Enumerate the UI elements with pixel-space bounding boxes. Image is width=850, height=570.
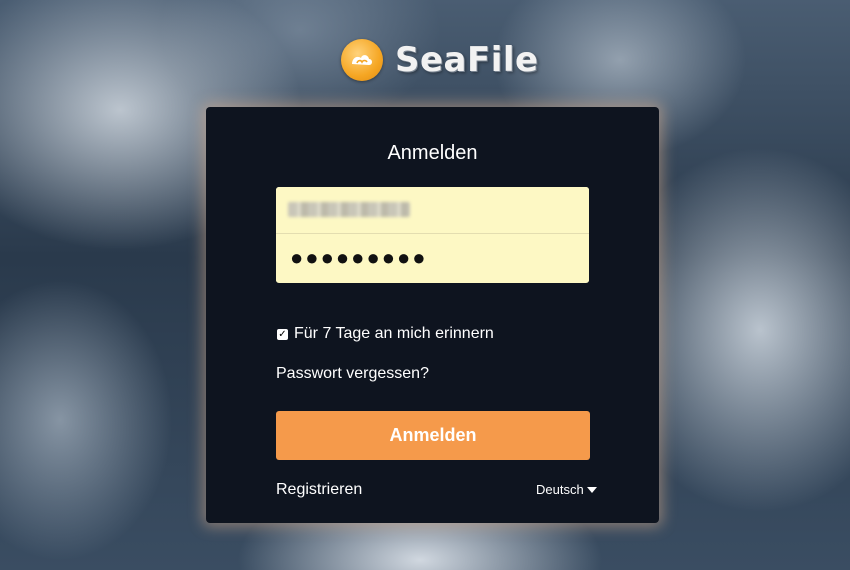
- seafile-logo-icon: [341, 39, 383, 81]
- remember-label: Für 7 Tage an mich erinnern: [294, 325, 494, 342]
- language-label: Deutsch: [536, 482, 584, 497]
- remember-checkbox[interactable]: ✓: [277, 328, 288, 340]
- brand-name: SeaFile: [395, 40, 539, 80]
- caret-down-icon: [586, 486, 597, 493]
- language-selector[interactable]: Deutsch: [536, 482, 597, 497]
- login-fields: ●●●●●●●●●: [276, 187, 589, 283]
- register-link[interactable]: Registrieren: [276, 481, 362, 499]
- seafile-logo: SeaFile: [341, 38, 539, 82]
- login-panel: Anmelden ●●●●●●●●● ✓ Für 7 Tage an mich …: [206, 107, 659, 523]
- forgot-password-link[interactable]: Passwort vergessen?: [276, 365, 429, 383]
- remember-me[interactable]: ✓ Für 7 Tage an mich erinnern: [277, 325, 494, 343]
- redacted-username: [288, 202, 410, 217]
- password-mask: ●●●●●●●●●: [290, 245, 428, 270]
- login-button[interactable]: Anmelden: [276, 411, 590, 460]
- login-title: Anmelden: [387, 142, 478, 164]
